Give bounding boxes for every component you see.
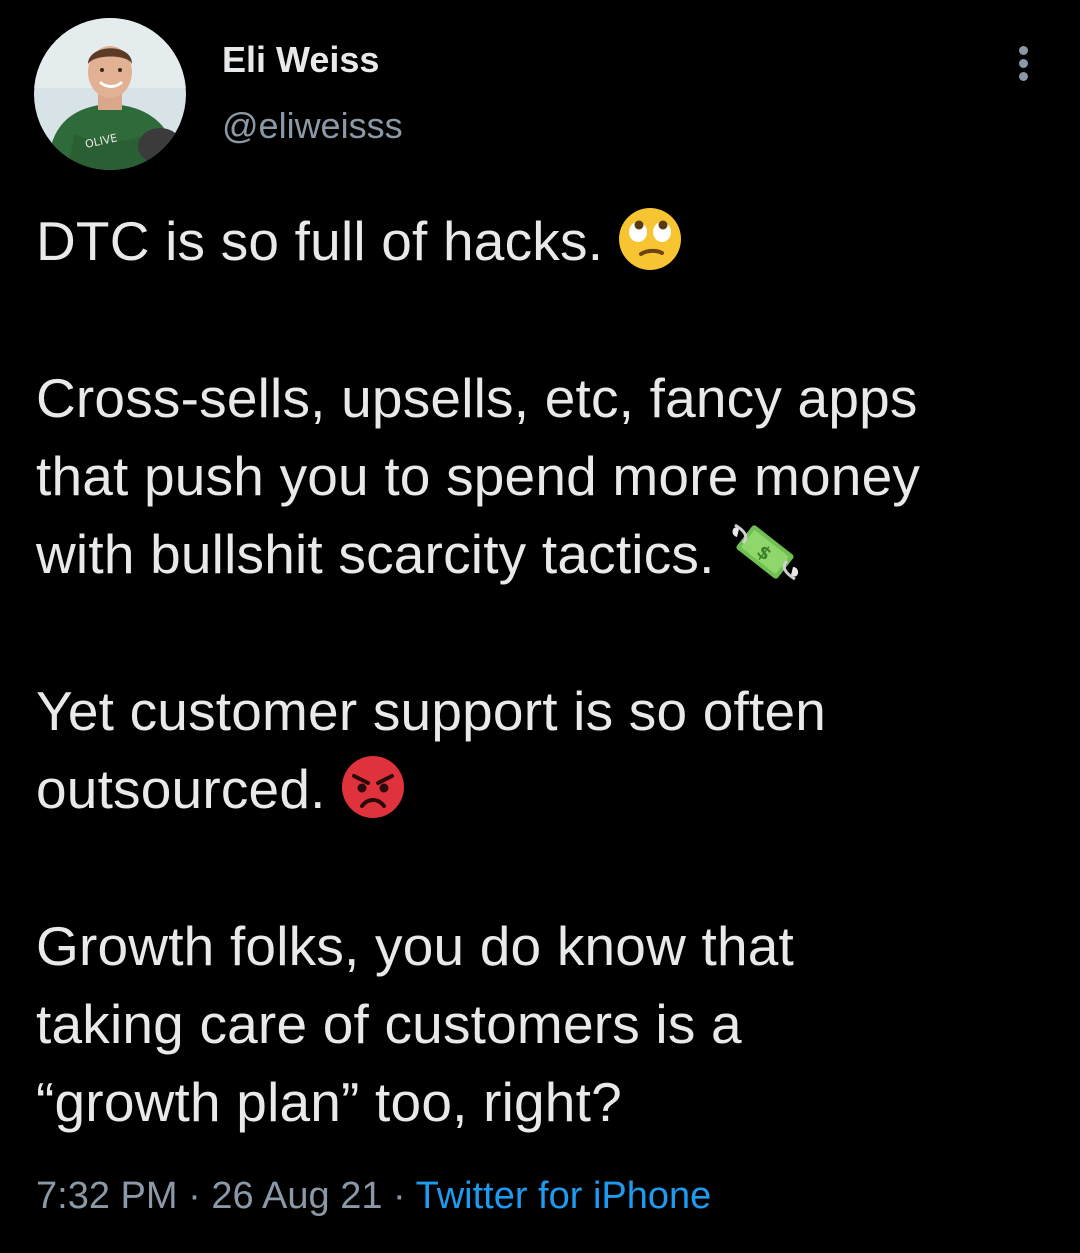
- tweet-source-link[interactable]: Twitter for iPhone: [416, 1175, 712, 1217]
- face-with-rolling-eyes-icon: [617, 206, 683, 272]
- tweet-line: DTC is so full of hacks.: [36, 210, 604, 272]
- tweet-date[interactable]: 26 Aug 21: [211, 1175, 382, 1217]
- meta-separator: ·: [382, 1175, 416, 1217]
- tweet-paragraph: Yet customer support is so often outsour…: [36, 672, 1056, 828]
- tweet-paragraph: Growth folks, you do know that taking ca…: [36, 907, 1056, 1141]
- profile-photo-icon: OLIVE: [34, 18, 186, 170]
- tweet-text: DTC is so full of hacks. Cross-sells, up…: [36, 202, 1056, 1141]
- tweet-line: “growth plan” too, right?: [36, 1071, 622, 1133]
- tweet-line: taking care of customers is a: [36, 993, 742, 1055]
- avatar[interactable]: OLIVE: [34, 18, 186, 170]
- tweet-line: with bullshit scarcity tactics.: [36, 523, 715, 585]
- tweet-line: Growth folks, you do know that: [36, 915, 795, 977]
- tweet-meta: 7:32 PM · 26 Aug 21 · Twitter for iPhone: [36, 1172, 711, 1220]
- tweet-paragraph: Cross-sells, upsells, etc, fancy apps th…: [36, 359, 1056, 593]
- tweet-line: outsourced.: [36, 758, 326, 820]
- tweet-paragraph: DTC is so full of hacks.: [36, 202, 1056, 280]
- tweet-line: Cross-sells, upsells, etc, fancy apps: [36, 367, 918, 429]
- meta-separator: ·: [177, 1175, 212, 1217]
- tweet-time[interactable]: 7:32 PM: [36, 1175, 178, 1217]
- more-options-icon[interactable]: [1004, 40, 1044, 86]
- tweet-line: Yet customer support is so often: [36, 680, 827, 742]
- display-name[interactable]: Eli Weiss: [222, 38, 379, 82]
- pouting-face-icon: [340, 754, 406, 820]
- money-with-wings-icon: $: [729, 521, 801, 583]
- tweet-line: that push you to spend more money: [36, 445, 921, 507]
- user-handle[interactable]: @eliweisss: [222, 104, 403, 148]
